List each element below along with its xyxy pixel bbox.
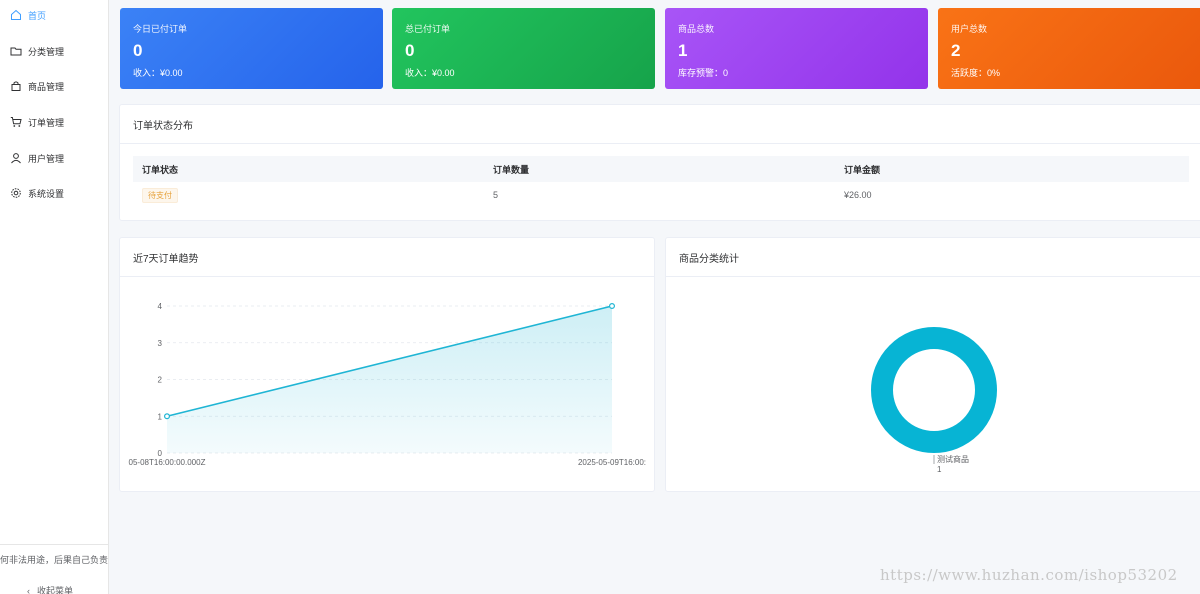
category-stats-panel: 商品分类统计 测试商品 1 — [665, 237, 1200, 492]
stat-sub: 库存预警：0 — [678, 68, 729, 78]
stat-title: 商品总数 — [678, 24, 715, 34]
stat-sub: 活跃度：0% — [951, 68, 1001, 78]
data-point — [609, 303, 616, 310]
sidebar-item-products[interactable]: 商品管理 — [0, 71, 108, 101]
stat-sub: 收入：¥0.00 — [133, 68, 183, 78]
table-header-cell: 订单数量 — [493, 164, 530, 175]
sidebar-item-orders[interactable]: 订单管理 — [0, 107, 108, 137]
order-trend-panel: 近7天订单趋势 0 1 2 3 4 05-08T16:00:00.000Z 2025-05-… — [119, 237, 655, 492]
y-tick-label: 2 — [158, 376, 163, 385]
stat-card-total-orders: 总已付订单 0 收入：¥0.00 — [392, 8, 655, 89]
table-header-cell: 订单状态 — [142, 164, 179, 175]
x-tick-label: 05-08T16:00:00.000Z — [129, 458, 206, 467]
panel-title: 订单状态分布 — [120, 105, 1200, 144]
sidebar-item-category[interactable]: 分类管理 — [0, 36, 108, 66]
category-donut-chart: 测试商品1 — [871, 327, 997, 474]
sidebar-item-label: 首页 — [28, 10, 47, 21]
chevron-left-icon: ‹ — [27, 585, 30, 594]
order-status-table: 订单状态 订单数量 订单金额 待支付 5 ¥26.00 — [133, 156, 1189, 208]
table-header-cell: 订单金额 — [844, 164, 881, 175]
stat-title: 用户总数 — [951, 24, 988, 34]
x-tick-label: 2025-05-09T16:00: — [578, 458, 646, 467]
cart-icon — [10, 116, 22, 128]
donut-slice — [871, 327, 997, 453]
stat-value: 0 — [405, 41, 415, 60]
watermark-text: https://www.huzhan.com/ishop53202 — [880, 566, 1178, 584]
gear-icon — [10, 187, 22, 199]
status-badge: 待支付 — [142, 187, 178, 203]
stat-card-products: 商品总数 1 库存预警：0 — [665, 8, 928, 89]
sidebar-item-label: 商品管理 — [28, 81, 65, 92]
sidebar-item-users[interactable]: 用户管理 — [0, 143, 108, 173]
table-cell: ¥26.00 — [844, 190, 872, 200]
bag-icon — [10, 80, 22, 92]
sidebar-item-label: 订单管理 — [28, 117, 65, 128]
table-cell: 5 — [493, 190, 499, 200]
sidebar-item-label: 分类管理 — [28, 46, 65, 57]
y-tick-label: 0 — [158, 449, 163, 458]
panel-title: 近7天订单趋势 — [120, 238, 654, 277]
user-icon — [10, 152, 22, 164]
folder-icon — [10, 45, 22, 57]
sidebar: 首页 分类管理 商品管理 订单管理 用户管理 系统设置 任何非法用途，后果自己负… — [0, 0, 109, 594]
table-header-row: 订单状态 订单数量 订单金额 — [133, 156, 1189, 182]
table-row: 待支付 5 ¥26.00 — [133, 182, 1189, 208]
order-trend-chart: 0 1 2 3 4 05-08T16:00:00.000Z 2025-05-09T16:00… — [129, 302, 647, 467]
stat-title: 今日已付订单 — [133, 24, 188, 34]
slice-label: 测试商品 — [937, 454, 969, 464]
slice-value-label: 1 — [937, 465, 942, 474]
sidebar-item-label: 用户管理 — [28, 153, 65, 164]
stat-card-users: 用户总数 2 活跃度：0% — [938, 8, 1200, 89]
panel-title: 商品分类统计 — [666, 238, 1200, 277]
sidebar-item-settings[interactable]: 系统设置 — [0, 178, 108, 208]
stat-value: 0 — [133, 41, 143, 60]
stat-value: 1 — [678, 41, 688, 60]
home-icon — [10, 9, 22, 21]
stat-value: 2 — [951, 41, 961, 60]
data-point — [163, 413, 170, 420]
y-tick-label: 3 — [158, 339, 163, 348]
order-status-panel: 订单状态分布 订单状态 订单数量 订单金额 待支付 5 ¥26.00 — [119, 104, 1200, 221]
stat-card-today-orders: 今日已付订单 0 收入：¥0.00 — [120, 8, 383, 89]
sidebar-item-home[interactable]: 首页 — [0, 0, 108, 30]
disclaimer-text: 任何非法用途，后果自己负责 — [0, 555, 108, 565]
stat-sub: 收入：¥0.00 — [405, 68, 455, 78]
stat-title: 总已付订单 — [405, 24, 451, 34]
collapse-menu-label: 收起菜单 — [37, 586, 74, 594]
sidebar-divider — [0, 544, 108, 545]
y-tick-label: 1 — [158, 412, 163, 421]
collapse-menu-button[interactable]: ‹ 收起菜单 — [27, 584, 73, 594]
sidebar-item-label: 系统设置 — [28, 188, 65, 199]
y-tick-label: 4 — [158, 302, 163, 311]
